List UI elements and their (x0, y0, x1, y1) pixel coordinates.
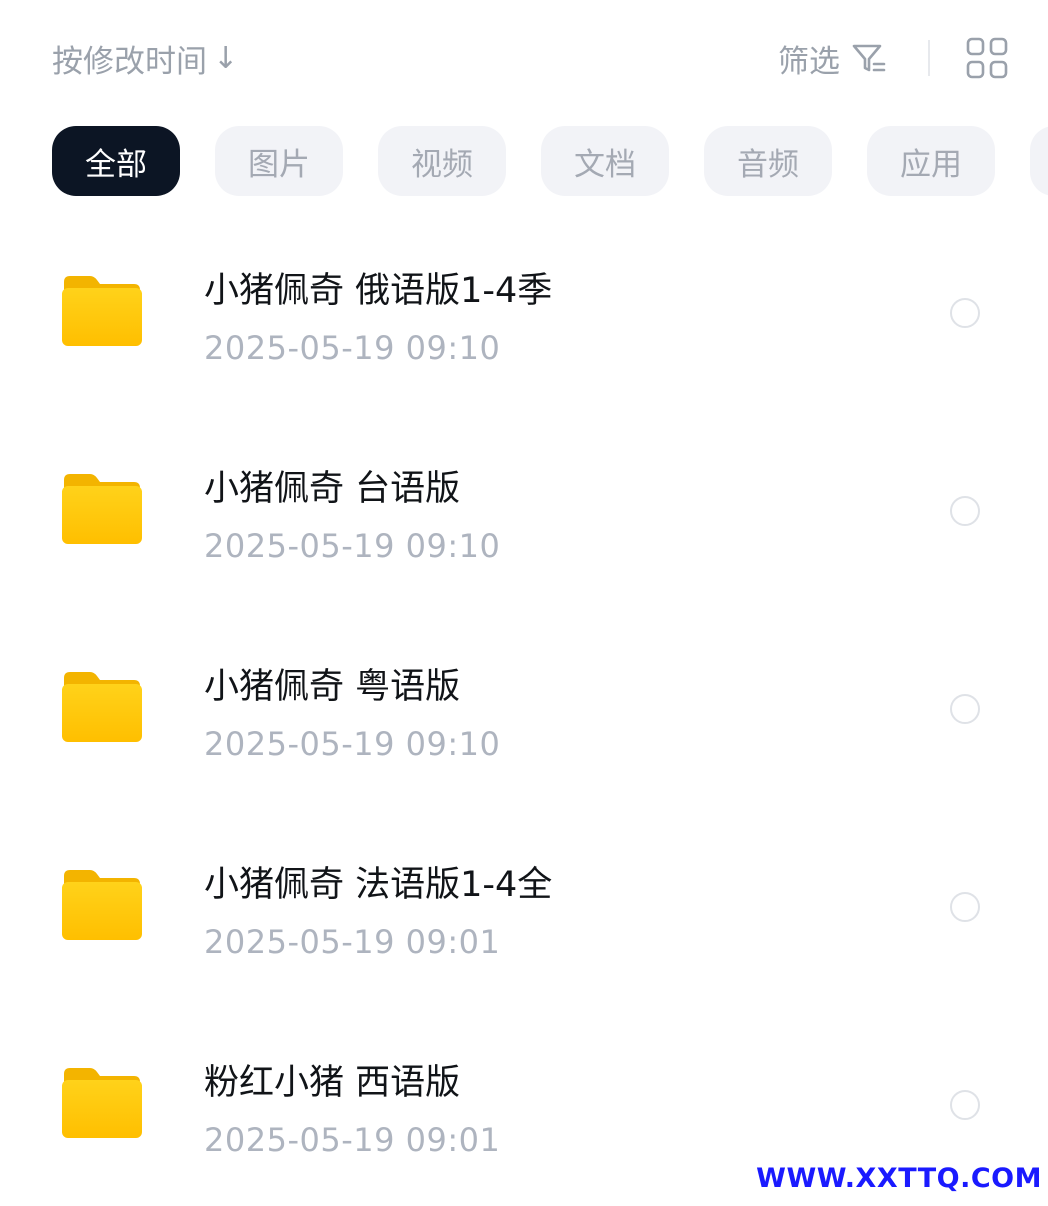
tab-all[interactable]: 全部 (52, 126, 180, 196)
select-checkbox[interactable] (950, 496, 980, 526)
file-name: 小猪佩奇 俄语版1-4季 (204, 271, 553, 311)
file-name: 小猪佩奇 台语版 (204, 469, 461, 509)
folder-icon (62, 870, 142, 940)
list-item[interactable]: 小猪佩奇 俄语版1-4季 2025-05-19 09:10 (0, 216, 1048, 414)
folder-icon (62, 672, 142, 742)
folder-icon (62, 276, 142, 346)
tab-images[interactable]: 图片 (215, 126, 343, 196)
file-date: 2025-05-19 09:01 (204, 923, 501, 961)
list-item[interactable]: 小猪佩奇 台语版 2025-05-19 09:10 (0, 414, 1048, 612)
filter-toolbar: 筛选 (778, 30, 1008, 86)
file-date: 2025-05-19 09:10 (204, 725, 501, 763)
file-name: 小猪佩奇 法语版1-4全 (204, 865, 553, 905)
tab-videos[interactable]: 视频 (378, 126, 506, 196)
watermark: WWW.XXTTQ.COM (756, 1163, 1042, 1194)
sort-label: 按修改时间 (52, 43, 207, 80)
grid-view-icon[interactable] (966, 37, 1008, 79)
select-checkbox[interactable] (950, 1090, 980, 1120)
list-item[interactable]: 小猪佩奇 法语版1-4全 2025-05-19 09:01 (0, 810, 1048, 1008)
arrow-down-icon: ↓ (213, 40, 239, 76)
select-checkbox[interactable] (950, 694, 980, 724)
file-name: 粉红小猪 西语版 (204, 1063, 461, 1103)
toolbar-divider (928, 40, 930, 76)
folder-icon (62, 474, 142, 544)
category-tabs: 全部 图片 视频 文档 音频 应用 (52, 126, 1048, 196)
filter-label: 筛选 (778, 43, 840, 80)
file-date: 2025-05-19 09:10 (204, 329, 501, 367)
filter-button[interactable]: 筛选 (778, 36, 890, 81)
select-checkbox[interactable] (950, 892, 980, 922)
folder-icon (62, 1068, 142, 1138)
select-checkbox[interactable] (950, 298, 980, 328)
list-item[interactable]: 小猪佩奇 粤语版 2025-05-19 09:10 (0, 612, 1048, 810)
tab-apps[interactable]: 应用 (867, 126, 995, 196)
sort-by-modified-time[interactable]: 按修改时间 ↓ (52, 36, 238, 80)
filter-icon (852, 44, 886, 72)
file-date: 2025-05-19 09:10 (204, 527, 501, 565)
file-list: 小猪佩奇 俄语版1-4季 2025-05-19 09:10 小猪佩奇 台语版 2… (0, 216, 1048, 1206)
tab-more[interactable] (1030, 126, 1048, 196)
tab-documents[interactable]: 文档 (541, 126, 669, 196)
file-date: 2025-05-19 09:01 (204, 1121, 501, 1159)
tab-audio[interactable]: 音频 (704, 126, 832, 196)
file-name: 小猪佩奇 粤语版 (204, 667, 461, 707)
